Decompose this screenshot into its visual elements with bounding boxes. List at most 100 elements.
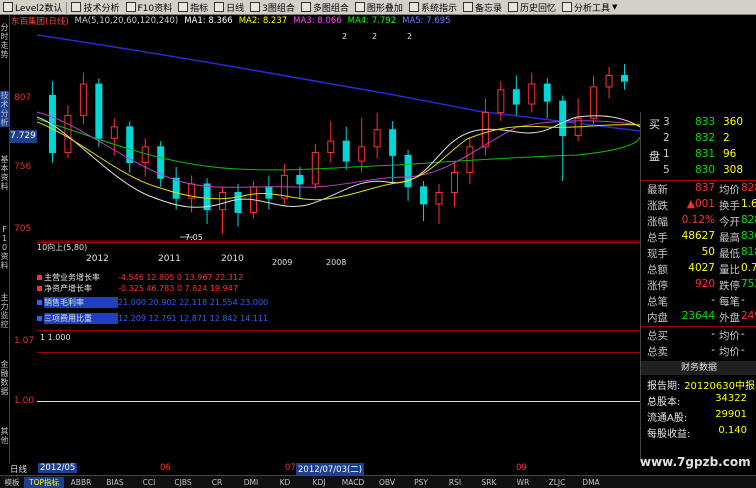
candle-body [559, 100, 567, 136]
tab-top-indicator[interactable]: TOP指标 [24, 476, 64, 488]
tab-kdj[interactable]: KDJ [302, 478, 336, 487]
legend-swatch [37, 300, 42, 305]
legend-swatch [37, 275, 42, 280]
price-label-705: 705 [14, 224, 32, 234]
legend-swatch [37, 286, 42, 291]
ma5-value: MA5: 7.695 [402, 16, 451, 26]
stat-row-current-vol: 现手50最低818 [647, 246, 756, 260]
candle-body [605, 75, 613, 88]
tab-wr[interactable]: WR [506, 478, 540, 487]
candle-body [296, 174, 304, 185]
stat-row-inner-outer: 内盘23644外盘24983 [647, 310, 756, 324]
tab-zljc[interactable]: ZLJC [540, 478, 574, 487]
ma2-value: MA2: 8.237 [238, 16, 288, 26]
left-tab-f10[interactable]: F10资料 [0, 225, 9, 270]
candle-body [466, 146, 474, 174]
tab-srk[interactable]: SRK [472, 478, 506, 487]
candle-body [590, 86, 598, 119]
year-label-2012: 2012 [86, 254, 109, 264]
lower-legend: 1 1.000 [40, 333, 71, 342]
toolbar-multichart[interactable]: 多图组合 [298, 0, 352, 14]
stock-name[interactable]: 东百集团(日线) [11, 15, 69, 27]
tab-cr[interactable]: CR [200, 478, 234, 487]
indicator-name: 10向上(5,80) [37, 243, 88, 252]
tab-cci[interactable]: CCI [132, 478, 166, 487]
chart-icon [71, 2, 82, 12]
tab-template[interactable]: 模板 [0, 477, 24, 488]
tab-obv[interactable]: OBV [370, 478, 404, 487]
low-price-label: 7.05 [185, 233, 203, 242]
tab-bias[interactable]: BIAS [98, 478, 132, 487]
toolbar-indicator[interactable]: 指标 [175, 0, 211, 14]
tab-rsi[interactable]: RSI [438, 478, 472, 487]
ma-crossover-markers: 2 2 2 [342, 32, 412, 41]
date-mark-09: 09 [516, 463, 527, 473]
candle-body [79, 83, 87, 116]
level2-icon [3, 2, 13, 12]
baseline-line [37, 401, 640, 402]
toolbar-tools[interactable]: 分析工具 ▼ [559, 0, 620, 14]
candle-body [420, 186, 428, 205]
history-icon [507, 2, 518, 12]
toolbar-system[interactable]: 系统指示 [406, 0, 460, 14]
level-row: 1 831 96 [663, 148, 737, 160]
current-price-tag: 7.729 [9, 130, 37, 143]
layout-icon [250, 2, 261, 12]
start-date: 2012/05 [38, 463, 78, 473]
candle-body [497, 89, 505, 114]
legend-swatch [37, 316, 42, 321]
stat-row-limit: 涨停920跌停752 [647, 278, 756, 292]
toolbar-daily[interactable]: 日线 [211, 0, 247, 14]
indicator-tab-bar: 模板 TOP指标 ABBR BIAS CCI CJBS CR DMI KD KD… [0, 475, 756, 488]
panel-separator [37, 352, 640, 353]
candle-body [358, 146, 366, 162]
year-label-2008: 2008 [326, 258, 347, 267]
finance-header[interactable]: 财务数据 [641, 361, 756, 375]
left-tab-basic-info[interactable]: 基本资料 [0, 155, 9, 191]
finance-row-total-shares: 总股本: 34322 [647, 393, 747, 408]
candle-body [203, 183, 211, 211]
fund-row-expense-ratio: 三项费用比重 12.209 12.791 12.871 12.842 14.111 [37, 313, 268, 324]
marker-2-a: 2 [342, 32, 347, 41]
stat-row-latest: 最新837均价828 [647, 182, 756, 196]
toolbar-tech-analysis[interactable]: 技术分析 [68, 0, 122, 14]
left-tab-other[interactable]: 其他 [0, 427, 9, 445]
candle-body [621, 75, 629, 82]
toolbar-history[interactable]: 历史回忆 [505, 0, 559, 14]
toolbar-3chart[interactable]: 3图组合 [247, 0, 298, 14]
left-tab-timeshare[interactable]: 分时走势 [0, 23, 9, 59]
tab-dmi[interactable]: DMI [234, 478, 268, 487]
toolbar-f10[interactable]: F10资料 [123, 0, 176, 14]
candlestick-chart[interactable]: 7.05 2 2 2 [37, 27, 640, 242]
level-row: 2 832 2 [663, 132, 730, 144]
daily-icon [214, 2, 225, 12]
tab-dma[interactable]: DMA [574, 478, 608, 487]
left-tab-main-force[interactable]: 主力监控 [0, 293, 9, 329]
ma-info-line: 东百集团(日线) MA(5,10,20,60,120,240) MA1: 8.3… [11, 15, 451, 27]
candle-body [265, 186, 273, 199]
ma-params: MA(5,10,20,60,120,240) [74, 16, 179, 26]
f10-icon [125, 2, 136, 12]
tab-macd[interactable]: MACD [336, 478, 370, 487]
period-label: 日线 [10, 465, 28, 475]
quote-divider [641, 180, 756, 181]
tab-abbr[interactable]: ABBR [64, 478, 98, 487]
toolbar-memo[interactable]: 备忘录 [460, 0, 505, 14]
stat-row-trades: 总笔 - 每笔 - [647, 294, 745, 308]
tab-kd[interactable]: KD [268, 478, 302, 487]
price-label-807: 807 [14, 93, 32, 103]
toolbar-level2[interactable]: Level2数认 [0, 0, 65, 14]
candle-body [342, 140, 350, 162]
left-vertical-tabs: 分时走势 技术分析 基本资料 F10资料 主力监控 金融数据 其他 [0, 15, 10, 463]
candle-body [234, 191, 242, 213]
toolbar-overlay[interactable]: 图形叠加 [352, 0, 406, 14]
indicator-icon [178, 2, 189, 12]
tools-icon [561, 2, 572, 12]
finance-row-float-shares: 流通A股: 29901 [647, 409, 747, 424]
left-tab-tech-analysis[interactable]: 技术分析 [0, 91, 9, 127]
system-icon [408, 2, 419, 12]
tab-psy[interactable]: PSY [404, 478, 438, 487]
left-tab-finance[interactable]: 金融数据 [0, 360, 9, 396]
candles-group [48, 64, 629, 234]
tab-cjbs[interactable]: CJBS [166, 478, 200, 487]
